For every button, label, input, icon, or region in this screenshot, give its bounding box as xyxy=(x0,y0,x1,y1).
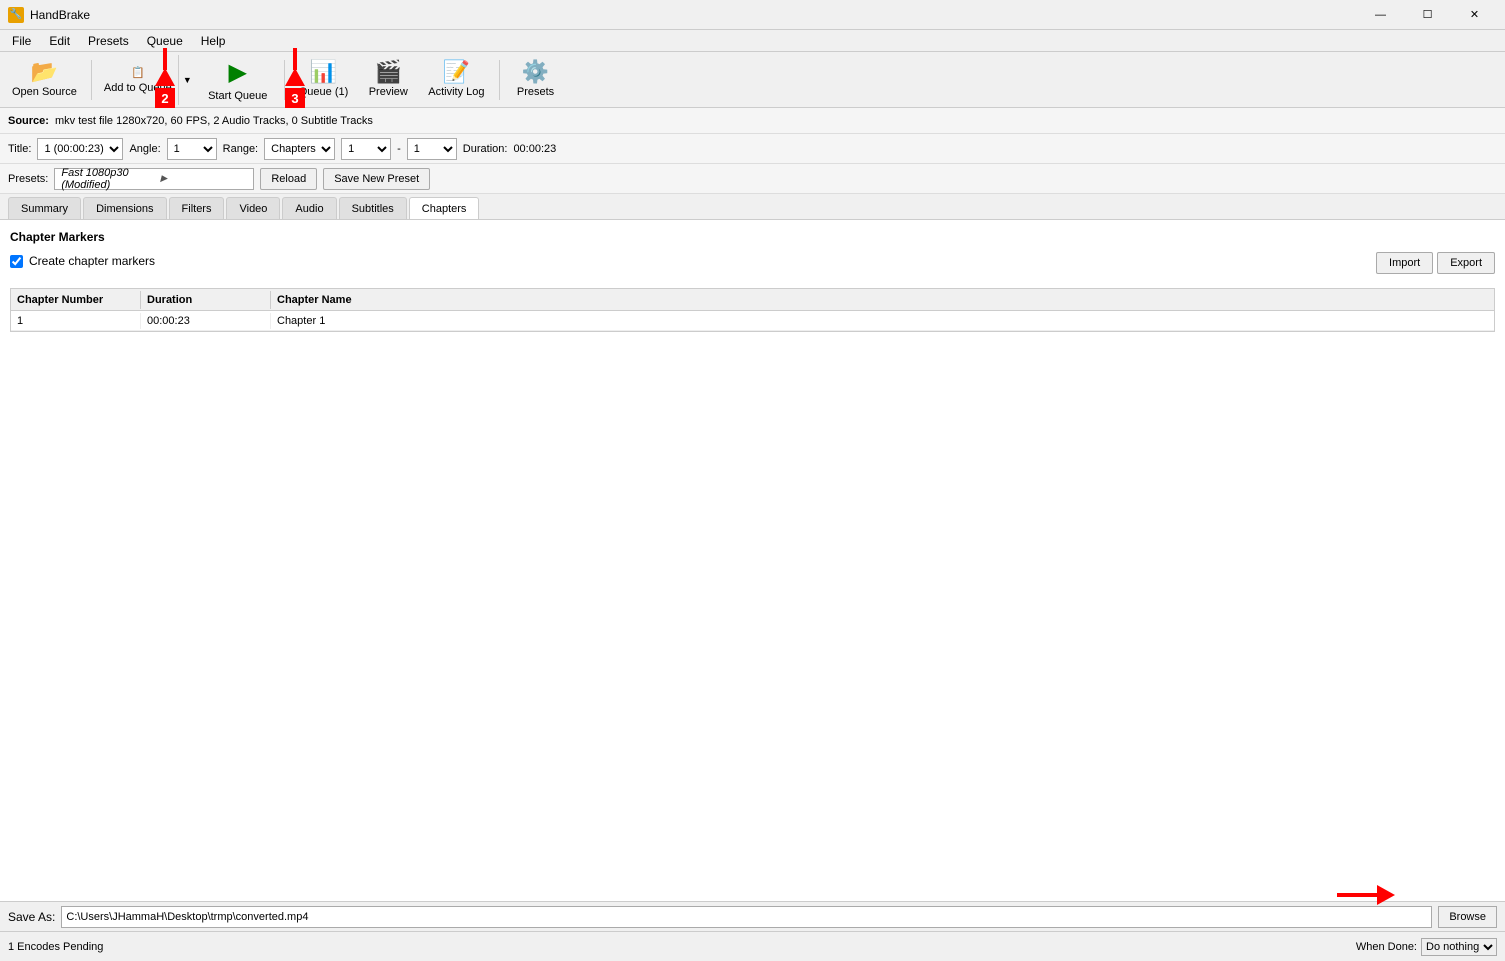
chapter-number-cell: 1 xyxy=(11,313,141,329)
preview-button[interactable]: 🎬 Preview xyxy=(358,55,418,105)
range-label: Range: xyxy=(223,143,258,155)
range-start-select[interactable]: 1 xyxy=(341,138,391,160)
export-button[interactable]: Export xyxy=(1437,252,1495,274)
tab-filters[interactable]: Filters xyxy=(169,197,225,219)
preview-label: Preview xyxy=(369,86,408,98)
menu-bar: File Edit Presets Queue Help xyxy=(0,30,1505,52)
tab-summary[interactable]: Summary xyxy=(8,197,81,219)
open-source-icon: 📂 xyxy=(31,61,58,83)
chapters-panel: Chapter Markers Create chapter markers I… xyxy=(0,220,1505,901)
tab-subtitles[interactable]: Subtitles xyxy=(339,197,407,219)
add-to-queue-button[interactable]: 📋 Add to Queue xyxy=(98,55,178,105)
open-source-label: Open Source xyxy=(12,86,77,98)
when-done-label: When Done: xyxy=(1356,941,1417,953)
title-bar-controls: — ☐ ✕ xyxy=(1358,0,1497,30)
tab-chapters[interactable]: Chapters xyxy=(409,197,480,219)
range-end-select[interactable]: 1 xyxy=(407,138,457,160)
chapter-table-header: Chapter Number Duration Chapter Name xyxy=(10,288,1495,310)
col-header-duration: Duration xyxy=(141,291,271,309)
close-button[interactable]: ✕ xyxy=(1452,0,1497,30)
tab-audio[interactable]: Audio xyxy=(282,197,336,219)
status-left: 1 Encodes Pending xyxy=(8,941,103,953)
range-type-select[interactable]: Chapters xyxy=(264,138,335,160)
create-chapter-markers-row: Create chapter markers xyxy=(10,254,155,268)
app-icon: 🔧 xyxy=(8,7,24,23)
presets-icon: ⚙️ xyxy=(522,61,549,83)
title-bar: 🔧 HandBrake — ☐ ✕ xyxy=(0,0,1505,30)
create-chapter-markers-checkbox[interactable] xyxy=(10,255,23,268)
import-export-row: Import Export xyxy=(1376,252,1495,274)
save-new-preset-button[interactable]: Save New Preset xyxy=(323,168,430,190)
start-queue-icon: ▶ xyxy=(229,58,247,87)
minimize-button[interactable]: — xyxy=(1358,0,1403,30)
duration-value: 00:00:23 xyxy=(513,143,556,155)
activity-log-label: Activity Log xyxy=(428,86,484,98)
tabs-bar: Summary Dimensions Filters Video Audio S… xyxy=(0,194,1505,220)
angle-label: Angle: xyxy=(129,143,160,155)
app-window: 🔧 HandBrake — ☐ ✕ File Edit Presets Queu… xyxy=(0,0,1505,961)
create-chapter-markers-label[interactable]: Create chapter markers xyxy=(29,254,155,268)
menu-presets[interactable]: Presets xyxy=(80,31,137,51)
title-row: Title: 1 (00:00:23) Angle: 1 Range: Chap… xyxy=(0,134,1505,164)
title-label: Title: xyxy=(8,143,31,155)
chapter-table: 1 00:00:23 Chapter 1 xyxy=(10,310,1495,332)
import-button[interactable]: Import xyxy=(1376,252,1433,274)
activity-queue-icon: 📊 xyxy=(310,61,337,83)
activity-icon-button[interactable]: 📊 Queue (1) xyxy=(291,55,357,105)
start-queue-button[interactable]: ▶ Start Queue xyxy=(198,55,278,105)
save-as-bar: Save As: C:\Users\JHammaH\Desktop\trmp\c… xyxy=(0,901,1505,931)
presets-label: Presets xyxy=(517,86,554,98)
add-to-queue-label: Add to Queue xyxy=(104,82,172,94)
toolbar: 📂 Open Source 📋 Add to Queue ▼ ▶ Start Q… xyxy=(0,52,1505,108)
menu-queue[interactable]: Queue xyxy=(139,31,191,51)
reload-button[interactable]: Reload xyxy=(260,168,317,190)
menu-help[interactable]: Help xyxy=(193,31,234,51)
range-separator: - xyxy=(397,143,401,155)
add-to-queue-group: 📋 Add to Queue ▼ xyxy=(98,55,196,105)
chapter-markers-heading: Chapter Markers xyxy=(10,230,1495,244)
chapter-row[interactable]: 1 00:00:23 Chapter 1 xyxy=(11,311,1494,331)
start-queue-label: Start Queue xyxy=(208,90,267,102)
open-source-button[interactable]: 📂 Open Source xyxy=(4,55,85,105)
presets-row-label: Presets: xyxy=(8,173,48,185)
activity-log-button[interactable]: 📝 Activity Log xyxy=(420,55,492,105)
preset-arrow-icon[interactable]: ▶ xyxy=(154,173,253,184)
preview-icon: 🎬 xyxy=(375,61,402,83)
toolbar-sep-1 xyxy=(91,60,92,100)
add-to-queue-icon: 📋 xyxy=(131,66,145,79)
presets-row: Presets: Fast 1080p30 (Modified) ▶ Reloa… xyxy=(0,164,1505,194)
when-done-select[interactable]: Do nothing xyxy=(1421,938,1497,956)
add-to-queue-dropdown[interactable]: ▼ xyxy=(178,55,196,105)
source-bar: Source: mkv test file 1280x720, 60 FPS, … xyxy=(0,108,1505,134)
app-title: HandBrake xyxy=(30,8,90,22)
preset-select-wrap[interactable]: Fast 1080p30 (Modified) ▶ xyxy=(54,168,254,190)
chapter-duration-cell: 00:00:23 xyxy=(141,313,271,329)
menu-file[interactable]: File xyxy=(4,31,39,51)
toolbar-sep-2 xyxy=(284,60,285,100)
tab-video[interactable]: Video xyxy=(226,197,280,219)
status-bar: 1 Encodes Pending When Done: Do nothing xyxy=(0,931,1505,961)
angle-select[interactable]: 1 xyxy=(167,138,217,160)
col-header-name: Chapter Name xyxy=(271,291,1494,309)
preset-value: Fast 1080p30 (Modified) xyxy=(55,167,154,191)
activity-log-icon: 📝 xyxy=(443,61,470,83)
source-label: Source: xyxy=(8,115,49,127)
source-value: mkv test file 1280x720, 60 FPS, 2 Audio … xyxy=(55,115,373,127)
browse-button[interactable]: Browse xyxy=(1438,906,1497,928)
maximize-button[interactable]: ☐ xyxy=(1405,0,1450,30)
chapter-name-cell[interactable]: Chapter 1 xyxy=(271,313,1494,329)
title-bar-left: 🔧 HandBrake xyxy=(8,7,90,23)
content-area: Chapter Markers Create chapter markers I… xyxy=(0,220,1505,961)
tab-dimensions[interactable]: Dimensions xyxy=(83,197,166,219)
save-as-label: Save As: xyxy=(8,910,55,924)
col-header-number: Chapter Number xyxy=(11,291,141,309)
duration-label: Duration: xyxy=(463,143,508,155)
save-as-input[interactable]: C:\Users\JHammaH\Desktop\trmp\converted.… xyxy=(61,906,1432,928)
title-select[interactable]: 1 (00:00:23) xyxy=(37,138,123,160)
status-right: When Done: Do nothing xyxy=(1356,938,1497,956)
presets-button[interactable]: ⚙️ Presets xyxy=(506,55,566,105)
menu-edit[interactable]: Edit xyxy=(41,31,78,51)
queue-count-label: Queue (1) xyxy=(299,86,349,98)
toolbar-sep-3 xyxy=(499,60,500,100)
